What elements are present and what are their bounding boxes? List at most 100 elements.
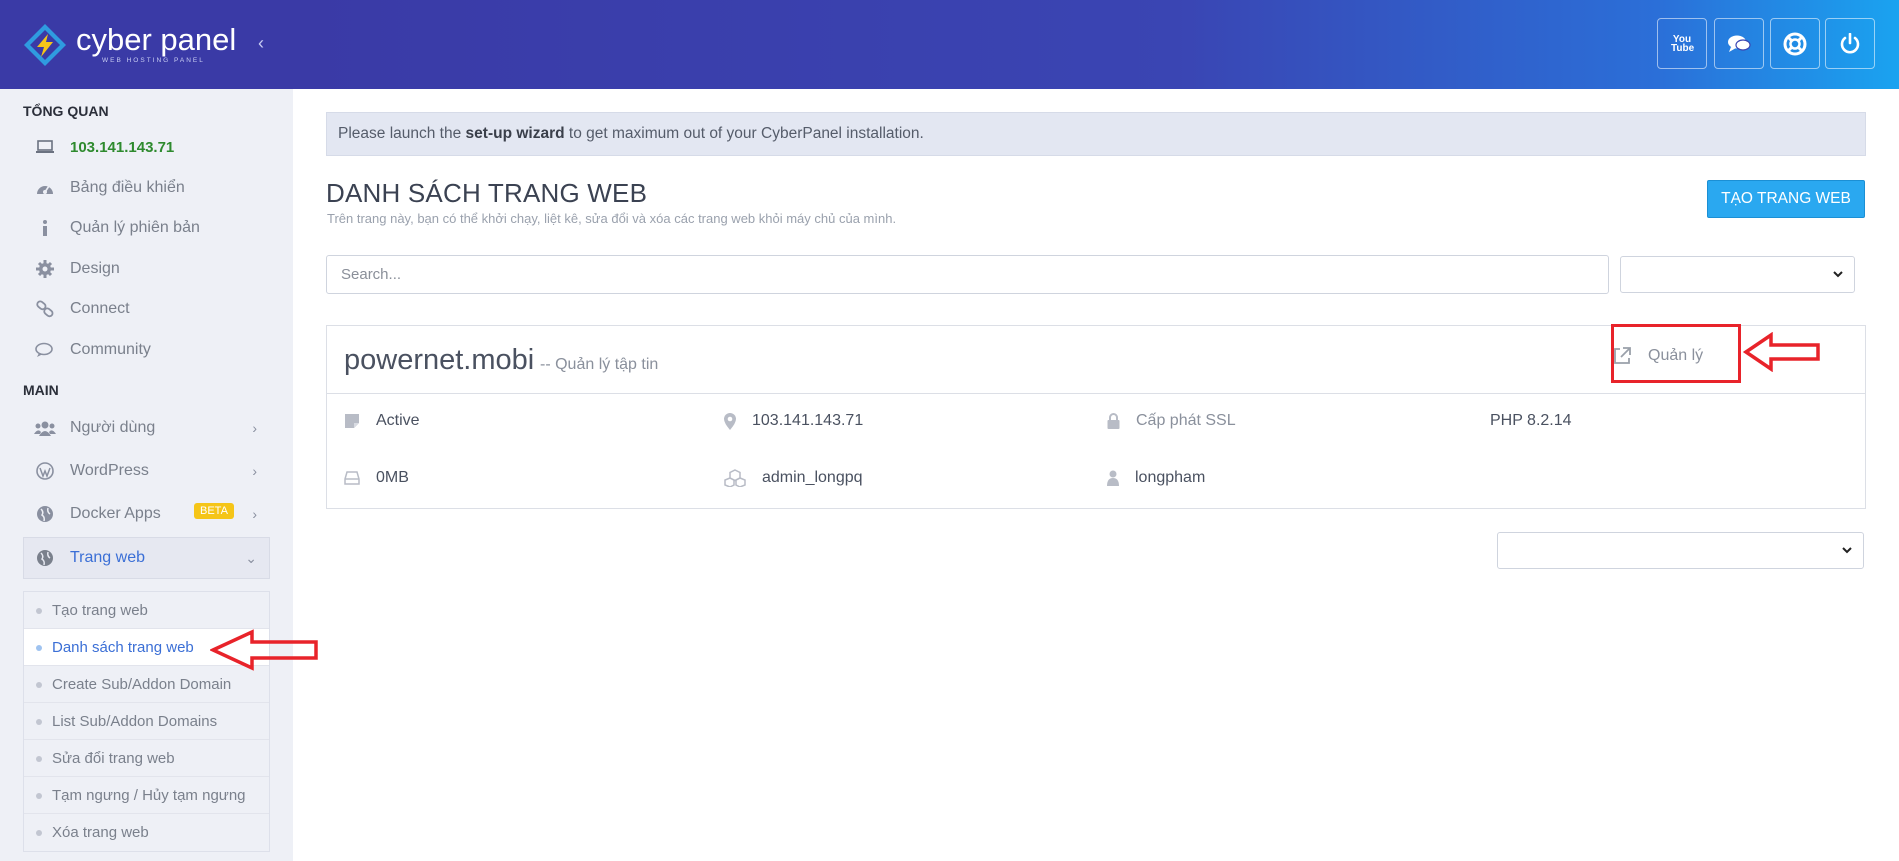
php-version-value: PHP 8.2.14 xyxy=(1490,412,1572,429)
bullet-icon xyxy=(36,608,42,614)
website-domain[interactable]: powernet.mobi xyxy=(344,344,534,377)
create-website-button[interactable]: TẠO TRANG WEB xyxy=(1707,180,1865,218)
support-icon xyxy=(1783,32,1807,55)
link-icon xyxy=(34,300,56,318)
user-icon xyxy=(1107,470,1119,486)
brand-header: cyber panel WEB HOSTING PANEL ‹ xyxy=(0,0,293,89)
laptop-icon xyxy=(34,138,56,156)
bullet-icon xyxy=(36,830,42,836)
notice-suffix: to get maximum out of your CyberPanel in… xyxy=(564,125,924,142)
power-icon xyxy=(1840,32,1860,53)
submenu-item-delete-site[interactable]: Xóa trang web xyxy=(24,814,269,851)
submenu-label: Xóa trang web xyxy=(52,824,149,841)
submenu-label: Sửa đổi trang web xyxy=(52,750,175,767)
site-status: Active xyxy=(344,412,420,430)
bullet-icon xyxy=(36,645,42,651)
lock-icon xyxy=(1107,413,1120,429)
chevron-right-icon: › xyxy=(252,419,257,436)
map-marker-icon xyxy=(724,412,736,430)
page-subtitle: Trên trang này, bạn có thể khởi chạy, li… xyxy=(327,211,897,226)
cyberpanel-logo-icon xyxy=(24,23,66,66)
users-icon xyxy=(34,419,56,437)
setup-wizard-link[interactable]: set-up wizard xyxy=(466,125,565,142)
youtube-button[interactable]: You Tube xyxy=(1657,18,1707,69)
dashboard-icon xyxy=(34,179,56,197)
submenu-item-create-site[interactable]: Tạo trang web xyxy=(24,592,269,629)
top-bar: You Tube xyxy=(293,0,1899,89)
annotation-highlight-box xyxy=(1611,324,1741,383)
search-input[interactable] xyxy=(326,255,1609,294)
admin-user-value: admin_longpq xyxy=(762,469,863,486)
chevron-down-icon xyxy=(1842,547,1852,554)
support-button[interactable] xyxy=(1770,18,1820,69)
sidebar-item-label: WordPress xyxy=(70,461,149,479)
submenu-item-list-subdomains[interactable]: List Sub/Addon Domains xyxy=(24,703,269,740)
sidebar-item-design[interactable]: Design xyxy=(0,249,293,290)
filter-select[interactable] xyxy=(1620,256,1855,293)
cubes-icon xyxy=(724,469,746,487)
chevron-right-icon: › xyxy=(252,505,257,522)
submenu-item-modify-site[interactable]: Sửa đổi trang web xyxy=(24,740,269,777)
beta-badge: BETA xyxy=(194,503,234,519)
sidebar-item-label: Connect xyxy=(70,300,130,318)
sidebar-item-users[interactable]: Người dùng › xyxy=(0,406,293,449)
submenu-item-suspend-site[interactable]: Tạm ngưng / Hủy tạm ngưng xyxy=(24,777,269,814)
hdd-icon xyxy=(344,471,360,485)
sidebar-item-community[interactable]: Community xyxy=(0,330,293,371)
sidebar: cyber panel WEB HOSTING PANEL ‹ TỔNG QUA… xyxy=(0,0,293,861)
bullet-icon xyxy=(36,719,42,725)
notice-prefix: Please launch the xyxy=(338,125,466,142)
sidebar-item-version[interactable]: Quản lý phiên bản xyxy=(0,208,293,249)
submenu-item-create-subdomain[interactable]: Create Sub/Addon Domain xyxy=(24,666,269,703)
chevron-down-icon: ⌄ xyxy=(245,549,257,566)
sidebar-item-connect[interactable]: Connect xyxy=(0,289,293,330)
submenu-label: Tạo trang web xyxy=(52,602,148,619)
power-button[interactable] xyxy=(1825,18,1875,69)
sidebar-collapse-icon[interactable]: ‹ xyxy=(258,33,264,54)
sidebar-item-label: Người dùng xyxy=(70,418,156,436)
sidebar-item-websites[interactable]: Trang web ⌄ xyxy=(23,537,270,579)
status-value: Active xyxy=(376,412,420,429)
bullet-icon xyxy=(36,793,42,799)
globe-icon xyxy=(34,549,56,567)
sidebar-item-label: Community xyxy=(70,340,151,358)
sidebar-item-label: Design xyxy=(70,259,120,277)
sidebar-item-dashboard[interactable]: Bảng điều khiển xyxy=(0,168,293,209)
youtube-text: You Tube xyxy=(1671,33,1695,54)
sidebar-item-wordpress[interactable]: WordPress › xyxy=(0,449,293,492)
setup-wizard-notice: Please launch the set-up wizard to get m… xyxy=(326,112,1866,156)
disk-usage-value: 0MB xyxy=(376,469,409,486)
annotation-arrow-icon xyxy=(210,629,318,671)
annotation-arrow-icon xyxy=(1743,332,1820,372)
section-overview: TỔNG QUAN xyxy=(23,103,109,119)
sidebar-ip-label: 103.141.143.71 xyxy=(70,138,175,156)
chat-icon xyxy=(1728,35,1751,52)
sidebar-item-ip[interactable]: 103.141.143.71 xyxy=(0,127,293,168)
sidebar-item-docker-apps[interactable]: Docker Apps BETA › xyxy=(0,492,293,535)
wordpress-icon xyxy=(34,461,56,480)
pagination-select[interactable] xyxy=(1497,532,1864,569)
file-manager-link[interactable]: -- Quản lý tập tin xyxy=(540,356,658,374)
site-disk: 0MB xyxy=(344,469,409,487)
issue-ssl-label: Cấp phát SSL xyxy=(1136,412,1236,429)
owner-value: longpham xyxy=(1135,469,1206,486)
chevron-down-icon xyxy=(1833,271,1843,278)
submenu-label: Create Sub/Addon Domain xyxy=(52,676,232,693)
submenu-label: Tạm ngưng / Hủy tạm ngưng xyxy=(52,787,246,804)
youtube-icon: You Tube xyxy=(1671,33,1695,54)
globe-icon xyxy=(34,505,56,523)
submenu-label: Danh sách trang web xyxy=(52,639,194,656)
sidebar-item-label: Trang web xyxy=(70,549,145,566)
gear-icon xyxy=(34,259,56,278)
sidebar-item-label: Bảng điều khiển xyxy=(70,178,185,196)
sidebar-item-label: Docker Apps xyxy=(70,504,161,522)
site-ssl[interactable]: Cấp phát SSL xyxy=(1107,412,1236,430)
bullet-icon xyxy=(36,756,42,762)
brand-name: cyber panel xyxy=(76,22,237,58)
site-owner: longpham xyxy=(1107,469,1205,487)
sidebar-item-label: Quản lý phiên bản xyxy=(70,219,200,237)
chat-button[interactable] xyxy=(1714,18,1764,69)
site-php: PHP 8.2.14 xyxy=(1490,412,1572,430)
ip-value: 103.141.143.71 xyxy=(752,412,864,429)
section-main: MAIN xyxy=(23,382,59,398)
